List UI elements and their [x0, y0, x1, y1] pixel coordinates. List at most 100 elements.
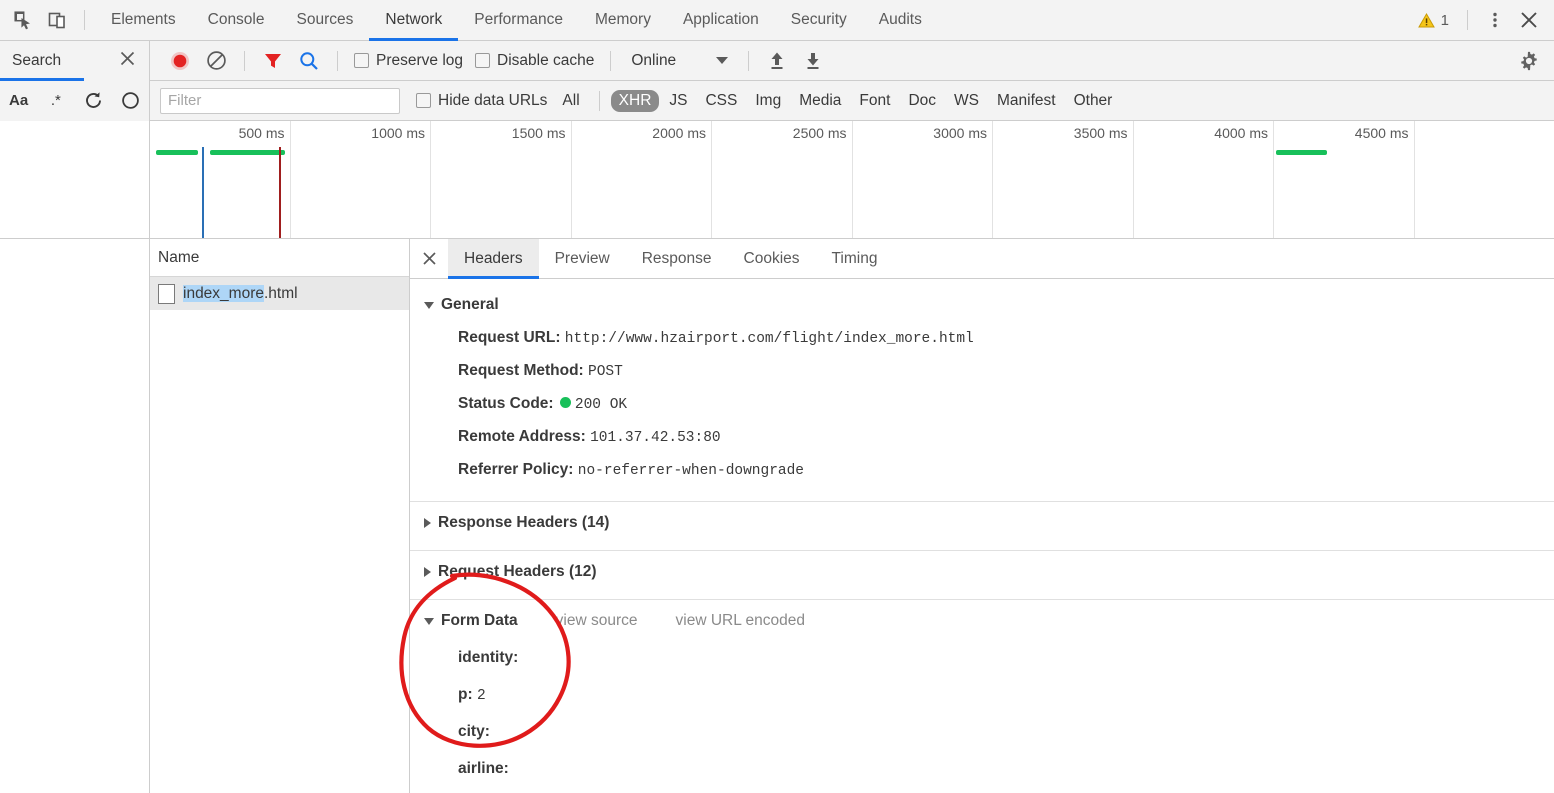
table-row[interactable]: index_more.html	[150, 277, 409, 310]
form-data-row-p: p: 2	[410, 677, 1554, 714]
filter-type-label: Media	[799, 91, 842, 109]
network-filter-bar: Aa .* Hide data URLs All XHR JS CSS	[0, 80, 1554, 121]
search-button[interactable]	[291, 44, 327, 78]
settings-gear-icon[interactable]	[1518, 44, 1554, 78]
filter-type-all[interactable]: All	[554, 90, 587, 112]
inspect-element-icon[interactable]	[6, 5, 40, 35]
network-overview-timeline[interactable]: 500 ms 1000 ms 1500 ms 2000 ms 2500 ms 3…	[150, 121, 1554, 238]
request-name: index_more.html	[183, 284, 298, 303]
row-key: Referrer Policy:	[458, 461, 574, 478]
row-value: no-referrer-when-downgrade	[577, 463, 805, 479]
refresh-icon[interactable]	[75, 84, 112, 118]
disable-cache-checkbox[interactable]: Disable cache	[469, 52, 600, 70]
toolbar-divider	[244, 50, 245, 71]
general-row-remote-address: Remote Address: 101.37.42.53:80	[410, 421, 1554, 454]
request-headers-title: Request Headers (12)	[438, 563, 597, 580]
clear-search-icon[interactable]	[112, 84, 149, 118]
view-url-encoded-link[interactable]: view URL encoded	[676, 612, 806, 630]
general-section-header[interactable]: General	[410, 288, 1554, 322]
close-icon[interactable]	[1512, 5, 1546, 35]
row-value: 101.37.42.53:80	[590, 430, 721, 446]
detail-close-icon[interactable]	[410, 239, 448, 279]
network-lower-area: Name index_more.html Headers Preview Res…	[0, 238, 1554, 793]
filter-type-ws[interactable]: WS	[946, 90, 987, 112]
detail-tab-label: Headers	[464, 249, 523, 267]
record-button[interactable]	[162, 44, 198, 78]
tab-response[interactable]: Response	[626, 239, 728, 279]
triangle-down-icon	[424, 301, 434, 309]
toolbar-divider	[1467, 10, 1468, 30]
throttling-select[interactable]: Online	[621, 52, 738, 70]
overview-cell: 4000 ms	[1134, 121, 1274, 238]
row-key: p:	[458, 686, 473, 703]
request-headers-section-header[interactable]: Request Headers (12)	[410, 551, 1554, 593]
response-headers-section-header[interactable]: Response Headers (14)	[410, 502, 1554, 544]
tab-audits[interactable]: Audits	[863, 0, 938, 41]
overview-cell: 4500 ms	[1274, 121, 1415, 238]
tab-cookies[interactable]: Cookies	[728, 239, 816, 279]
status-ok-dot-icon	[559, 397, 571, 409]
tab-performance[interactable]: Performance	[458, 0, 579, 41]
tab-application[interactable]: Application	[667, 0, 775, 41]
clear-button[interactable]	[198, 44, 234, 78]
devtools-main-tabbar: Elements Console Sources Network Perform…	[0, 0, 1554, 41]
tab-label: Network	[385, 11, 443, 28]
chevron-down-icon	[716, 57, 729, 64]
overview-cell: 500 ms	[150, 121, 291, 238]
tab-network[interactable]: Network	[369, 0, 459, 41]
overview-tick-label: 3000 ms	[933, 125, 987, 141]
form-data-row-city: city:	[410, 714, 1554, 751]
filter-type-xhr[interactable]: XHR	[610, 89, 660, 112]
filter-type-label: CSS	[705, 91, 738, 109]
kebab-menu-icon[interactable]	[1478, 5, 1512, 35]
search-panel-header: Search	[0, 40, 150, 81]
filter-type-media[interactable]: Media	[791, 90, 849, 112]
devtools-window: Elements Console Sources Network Perform…	[0, 0, 1554, 793]
filter-input[interactable]	[160, 87, 400, 114]
filter-type-js[interactable]: JS	[661, 90, 695, 112]
filter-type-other[interactable]: Other	[1066, 90, 1121, 112]
filter-type-doc[interactable]: Doc	[900, 90, 944, 112]
filter-type-manifest[interactable]: Manifest	[989, 90, 1064, 112]
tab-preview[interactable]: Preview	[539, 239, 626, 279]
main-tabbar-right: 1	[1410, 5, 1554, 35]
preserve-log-checkbox[interactable]: Preserve log	[348, 52, 469, 70]
general-row-referrer-policy: Referrer Policy: no-referrer-when-downgr…	[410, 454, 1554, 487]
request-list-header[interactable]: Name	[150, 239, 409, 277]
hide-data-urls-checkbox[interactable]: Hide data URLs	[410, 92, 553, 110]
tab-elements[interactable]: Elements	[95, 0, 192, 41]
tab-console[interactable]: Console	[192, 0, 281, 41]
triangle-down-icon	[424, 617, 434, 625]
row-value: 2	[476, 688, 486, 704]
dom-content-loaded-marker	[201, 147, 204, 238]
form-data-section-header[interactable]: Form Data view source view URL encoded	[410, 600, 1554, 640]
regex-button[interactable]: .*	[37, 84, 74, 118]
search-panel-close-icon[interactable]	[118, 49, 137, 73]
view-source-link[interactable]: view source	[556, 612, 638, 630]
tab-label: Console	[207, 11, 265, 28]
import-har-icon[interactable]	[759, 44, 795, 78]
filter-button[interactable]	[255, 44, 291, 78]
overview-tick-label: 2000 ms	[652, 125, 706, 141]
export-har-icon[interactable]	[795, 44, 831, 78]
general-row-status-code: Status Code: 200 OK	[410, 388, 1554, 421]
tab-security[interactable]: Security	[775, 0, 863, 41]
tab-sources[interactable]: Sources	[281, 0, 370, 41]
hide-data-urls-label: Hide data URLs	[438, 91, 548, 109]
filter-type-img[interactable]: Img	[747, 90, 789, 112]
match-case-button[interactable]: Aa	[0, 84, 37, 118]
warning-indicator[interactable]: 1	[1410, 12, 1457, 29]
tab-memory[interactable]: Memory	[579, 0, 667, 41]
tab-timing[interactable]: Timing	[816, 239, 894, 279]
preserve-log-label: Preserve log	[376, 51, 464, 69]
device-toolbar-icon[interactable]	[40, 5, 74, 35]
filter-type-css[interactable]: CSS	[697, 90, 745, 112]
overview-tick-label: 500 ms	[238, 125, 285, 141]
tab-headers[interactable]: Headers	[448, 238, 539, 279]
overview-tick-label: 4000 ms	[1214, 125, 1268, 141]
triangle-right-icon	[424, 567, 431, 577]
filter-type-font[interactable]: Font	[851, 90, 898, 112]
filter-type-label: JS	[669, 91, 688, 109]
tab-label: Memory	[594, 11, 651, 28]
filter-type-label: Manifest	[996, 91, 1056, 109]
